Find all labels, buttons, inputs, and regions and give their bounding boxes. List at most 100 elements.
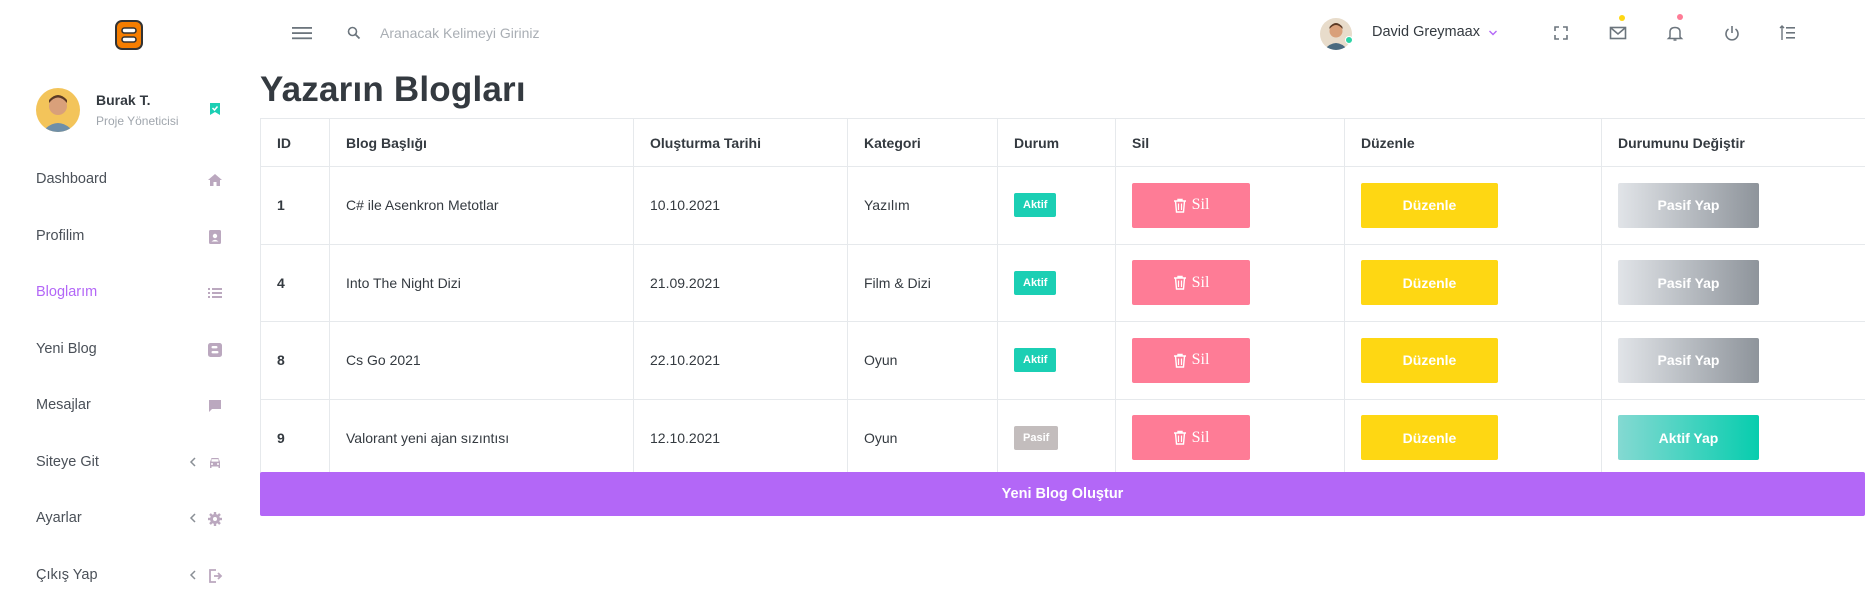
sidebar-item-ayarlar[interactable]: Ayarlar (0, 495, 248, 552)
sidebar-profile[interactable]: Burak T. Proje Yöneticisi (36, 88, 231, 133)
create-blog-button[interactable]: Yeni Blog Oluştur (260, 472, 1865, 516)
list-icon (207, 285, 223, 301)
bookmark-check-icon (208, 102, 222, 116)
blog-title: C# ile Asenkron Metotlar (330, 167, 634, 245)
chevron-left-icon (188, 512, 198, 524)
sidebar-item-dashboard[interactable]: Dashboard (0, 156, 248, 213)
sidebar-item-cikis-yap[interactable]: Çıkış Yap (0, 552, 248, 608)
chevron-left-icon (188, 456, 198, 468)
sidebar-item-label: Dashboard (36, 171, 107, 187)
user-name[interactable]: David Greymaax (1372, 24, 1480, 40)
mail-notification-dot (1619, 15, 1625, 21)
chevron-left-icon (188, 569, 198, 581)
edit-button[interactable]: Düzenle (1361, 338, 1498, 383)
blog-title: Valorant yeni ajan sızıntısı (330, 399, 634, 477)
sidebar: Burak T. Proje Yöneticisi Dashboard Prof… (0, 0, 248, 602)
gear-icon (207, 511, 223, 527)
table-row: 4 Into The Night Dizi 21.09.2021 Film & … (261, 244, 1865, 322)
blog-category: Oyun (848, 399, 998, 477)
delete-button[interactable]: Sil (1132, 338, 1250, 383)
blog-id: 1 (261, 167, 330, 245)
set-passive-button[interactable]: Pasif Yap (1618, 260, 1759, 305)
status-badge: Pasif (1014, 426, 1058, 450)
sidebar-item-bloglarim[interactable]: Bloglarım (0, 269, 248, 326)
delete-label: Sil (1192, 351, 1210, 369)
sidebar-item-label: Bloglarım (36, 284, 97, 300)
mail-icon[interactable] (1609, 24, 1627, 42)
profile-role: Proje Yöneticisi (96, 114, 179, 128)
sidebar-item-yeni-blog[interactable]: Yeni Blog (0, 326, 248, 383)
chevron-down-icon[interactable] (1488, 29, 1498, 37)
delete-button[interactable]: Sil (1132, 415, 1250, 460)
delete-button[interactable]: Sil (1132, 260, 1250, 305)
menu-toggle-icon[interactable] (292, 24, 312, 42)
blogs-table: ID Blog Başlığı Oluşturma Tarihi Kategor… (260, 118, 1865, 477)
table-header-row: ID Blog Başlığı Oluşturma Tarihi Kategor… (261, 119, 1865, 167)
trash-icon (1173, 430, 1187, 445)
column-header: Durum (998, 119, 1116, 167)
column-header: Kategori (848, 119, 998, 167)
sidebar-menu: Dashboard Profilim Bloglarım Yeni Blog M… (0, 156, 248, 608)
online-status-dot (1345, 36, 1353, 44)
bell-notification-dot (1677, 14, 1683, 20)
table-row: 9 Valorant yeni ajan sızıntısı 12.10.202… (261, 399, 1865, 477)
set-passive-button[interactable]: Pasif Yap (1618, 338, 1759, 383)
page-title: Yazarın Blogları (260, 70, 526, 110)
format-list-icon[interactable] (1778, 24, 1796, 42)
delete-label: Sil (1192, 274, 1210, 292)
sidebar-item-profilim[interactable]: Profilim (0, 213, 248, 270)
delete-label: Sil (1192, 196, 1210, 214)
blog-category: Yazılım (848, 167, 998, 245)
sidebar-item-mesajlar[interactable]: Mesajlar (0, 382, 248, 439)
search-input[interactable] (380, 20, 700, 46)
sidebar-item-label: Ayarlar (36, 510, 82, 526)
blog-date: 22.10.2021 (634, 322, 848, 400)
blog-title: Into The Night Dizi (330, 244, 634, 322)
blog-date: 10.10.2021 (634, 167, 848, 245)
blog-id: 4 (261, 244, 330, 322)
blog-title: Cs Go 2021 (330, 322, 634, 400)
column-header: Düzenle (1345, 119, 1602, 167)
home-icon (207, 172, 223, 188)
table-row: 8 Cs Go 2021 22.10.2021 Oyun Aktif Sil D… (261, 322, 1865, 400)
edit-button[interactable]: Düzenle (1361, 415, 1498, 460)
edit-button[interactable]: Düzenle (1361, 260, 1498, 305)
delete-label: Sil (1192, 429, 1210, 447)
message-icon (207, 398, 223, 414)
contact-card-icon (207, 229, 223, 245)
bell-icon[interactable] (1666, 24, 1684, 42)
trash-icon (1173, 275, 1187, 290)
set-passive-button[interactable]: Pasif Yap (1618, 183, 1759, 228)
column-header: ID (261, 119, 330, 167)
blog-id: 9 (261, 399, 330, 477)
set-active-button[interactable]: Aktif Yap (1618, 415, 1759, 460)
blog-date: 21.09.2021 (634, 244, 848, 322)
sidebar-item-label: Çıkış Yap (36, 567, 98, 583)
sidebar-item-label: Mesajlar (36, 397, 91, 413)
column-header: Durumunu Değiştir (1602, 119, 1865, 167)
user-avatar[interactable] (1320, 18, 1352, 50)
search-icon (347, 26, 361, 40)
status-badge: Aktif (1014, 271, 1056, 295)
sidebar-item-label: Siteye Git (36, 454, 99, 470)
column-header: Sil (1116, 119, 1345, 167)
sidebar-item-siteye-git[interactable]: Siteye Git (0, 439, 248, 496)
fullscreen-icon[interactable] (1552, 24, 1570, 42)
sidebar-item-label: Profilim (36, 228, 84, 244)
profile-name: Burak T. (96, 92, 150, 108)
table-row: 1 C# ile Asenkron Metotlar 10.10.2021 Ya… (261, 167, 1865, 245)
trash-icon (1173, 198, 1187, 213)
column-header: Blog Başlığı (330, 119, 634, 167)
status-badge: Aktif (1014, 193, 1056, 217)
blog-id: 8 (261, 322, 330, 400)
avatar (36, 88, 80, 132)
blogger-logo-icon[interactable] (115, 20, 143, 50)
logout-icon (207, 568, 223, 584)
power-icon[interactable] (1723, 24, 1741, 42)
blogger-icon (207, 342, 223, 358)
car-icon (207, 455, 223, 471)
edit-button[interactable]: Düzenle (1361, 183, 1498, 228)
delete-button[interactable]: Sil (1132, 183, 1250, 228)
blog-date: 12.10.2021 (634, 399, 848, 477)
column-header: Oluşturma Tarihi (634, 119, 848, 167)
